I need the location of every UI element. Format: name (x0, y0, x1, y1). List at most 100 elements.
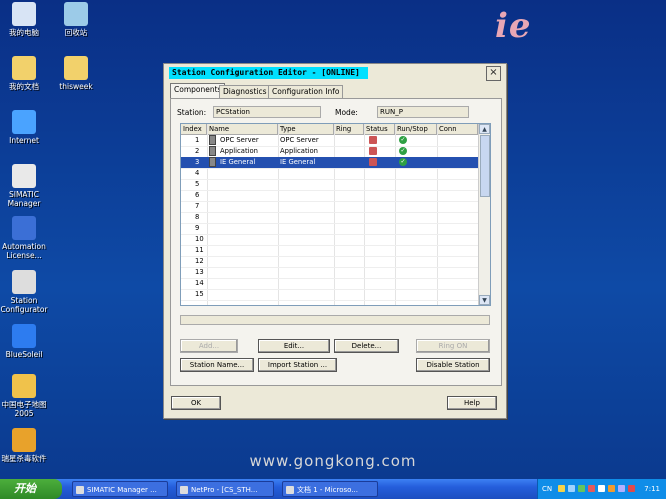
component-icon (209, 146, 216, 156)
tray-icon[interactable] (598, 485, 605, 492)
column-header-index[interactable]: Index (181, 124, 207, 134)
task-simatic-manager[interactable]: SIMATIC Manager ... (72, 481, 168, 497)
import-station-button[interactable]: Import Station ... (258, 358, 337, 372)
map-icon (12, 374, 36, 398)
ring-on-button[interactable]: Ring ON (416, 339, 490, 353)
row-index: 15 (195, 290, 204, 298)
task-netpro[interactable]: NetPro - [CS_STH... (176, 481, 274, 497)
tray-icon[interactable] (578, 485, 585, 492)
desktop-icon-label: 我的文档 (9, 82, 39, 91)
add-button[interactable]: Add... (180, 339, 238, 353)
type-cell: IE General (280, 158, 316, 166)
tab-components[interactable]: Components (170, 83, 226, 98)
tray-icon[interactable] (588, 485, 595, 492)
tray-icon[interactable] (608, 485, 615, 492)
scroll-down-icon[interactable]: ▼ (479, 295, 490, 305)
column-header-status[interactable]: Status (364, 124, 395, 134)
name-cell: Application (207, 146, 278, 157)
tray-icon[interactable] (568, 485, 575, 492)
edit-button[interactable]: Edit... (258, 339, 330, 353)
desktop-icon-label: Internet (9, 136, 39, 145)
disable-station-button[interactable]: Disable Station (416, 358, 490, 372)
scroll-thumb[interactable] (480, 135, 490, 197)
desktop-icon-simatic-manager[interactable]: SIMATIC Manager (0, 164, 52, 208)
task-word-document[interactable]: 文档 1 - Microso... (282, 481, 378, 497)
antivirus-lion-icon (12, 428, 36, 452)
desktop-icon-antivirus-lion[interactable]: 瑞星杀毒软件 (0, 428, 52, 463)
column-header-conn[interactable]: Conn (437, 124, 478, 134)
desktop: ie www.gongkong.com 我的电脑 回收站我的文档 thisweek I… (0, 0, 666, 479)
row-index: 5 (195, 180, 200, 188)
title-bar[interactable]: Station Configuration Editor - [ONLINE] … (166, 66, 504, 81)
vertical-scrollbar[interactable]: ▲ ▼ (478, 124, 490, 305)
taskbar: 开始 SIMATIC Manager ... NetPro - [CS_STH.… (0, 479, 666, 499)
simatic-task-icon (76, 486, 84, 494)
column-header-runstop[interactable]: Run/Stop (395, 124, 437, 134)
column-header-ring[interactable]: Ring (334, 124, 364, 134)
status-line (180, 315, 490, 325)
internet-explorer-icon (12, 110, 36, 134)
type-cell: Application (280, 147, 318, 155)
components-table: Index Name Type Ring Status Run/Stop Conn 1 OPC… (180, 123, 491, 306)
component-name: Application (220, 147, 258, 155)
station-field: PCStation (213, 106, 321, 118)
desktop-icon-map[interactable]: 中国电子地图 2005 (0, 374, 52, 418)
desktop-icon-my-documents[interactable]: 我的文档 (0, 56, 52, 91)
desktop-icon-internet-explorer[interactable]: Internet (0, 110, 52, 145)
status-icon (369, 136, 377, 144)
row-index: 14 (195, 279, 204, 287)
desktop-icon-label: thisweek (59, 82, 93, 91)
desktop-icon-label: BlueSoleil (5, 350, 43, 359)
component-name: IE General (220, 158, 256, 166)
column-header-type[interactable]: Type (278, 124, 334, 134)
column-header-name[interactable]: Name (207, 124, 278, 134)
table-header: Index Name Type Ring Status Run/Stop Conn (181, 124, 478, 135)
row-index: 1 (195, 136, 200, 144)
simatic-manager-icon (12, 164, 36, 188)
watermark-logo: ie (495, 6, 532, 46)
component-icon (209, 135, 216, 145)
mode-field: RUN_P (377, 106, 469, 118)
tray-icon[interactable] (628, 485, 635, 492)
table-row[interactable]: 15 (181, 289, 478, 301)
status-icon (369, 147, 377, 155)
help-button[interactable]: Help (447, 396, 497, 410)
window-title: Station Configuration Editor - [ONLINE] (169, 67, 368, 79)
desktop-icon-label: SIMATIC Manager (7, 190, 41, 208)
tab-configuration-info[interactable]: Configuration Info (268, 85, 344, 98)
desktop-icon-label: Automation License... (2, 242, 46, 260)
mode-label: Mode: (335, 108, 358, 117)
desktop-icon-my-computer[interactable]: 我的电脑 (0, 2, 52, 37)
component-name: OPC Server (220, 136, 259, 144)
close-button[interactable]: × (486, 66, 501, 81)
clock: 7:11 (644, 485, 660, 493)
row-index: 9 (195, 224, 200, 232)
desktop-icon-automation-license[interactable]: Automation License... (0, 216, 52, 260)
desktop-icon-label: 瑞星杀毒软件 (1, 454, 47, 463)
desktop-icon-station-configurator[interactable]: Station Configurator (0, 270, 52, 314)
watermark-url: www.gongkong.com (249, 452, 417, 470)
row-index: 4 (195, 169, 200, 177)
desktop-icon-label: 回收站 (64, 28, 88, 37)
delete-button[interactable]: Delete... (334, 339, 399, 353)
bluesoleil-icon (12, 324, 36, 348)
ok-button[interactable]: OK (171, 396, 221, 410)
row-index: 7 (195, 202, 200, 210)
desktop-icon-folder[interactable]: thisweek (48, 56, 104, 91)
tab-diagnostics[interactable]: Diagnostics (219, 85, 271, 98)
desktop-icon-label: 我的电脑 (9, 28, 39, 37)
tray-icon[interactable] (558, 485, 565, 492)
desktop-icon-recycle-bin[interactable]: 回收站 (48, 2, 104, 37)
language-indicator[interactable]: CN (542, 479, 552, 499)
task-label: SIMATIC Manager ... (87, 486, 157, 494)
station-name-button[interactable]: Station Name... (180, 358, 254, 372)
desktop-icon-bluesoleil[interactable]: BlueSoleil (0, 324, 52, 359)
run-check-icon: ✓ (399, 158, 407, 166)
scroll-up-icon[interactable]: ▲ (479, 124, 490, 134)
start-button[interactable]: 开始 (0, 479, 62, 499)
row-index: 6 (195, 191, 200, 199)
tray-icon[interactable] (618, 485, 625, 492)
run-check-icon: ✓ (399, 136, 407, 144)
run-check-icon: ✓ (399, 147, 407, 155)
station-label: Station: (177, 108, 207, 117)
